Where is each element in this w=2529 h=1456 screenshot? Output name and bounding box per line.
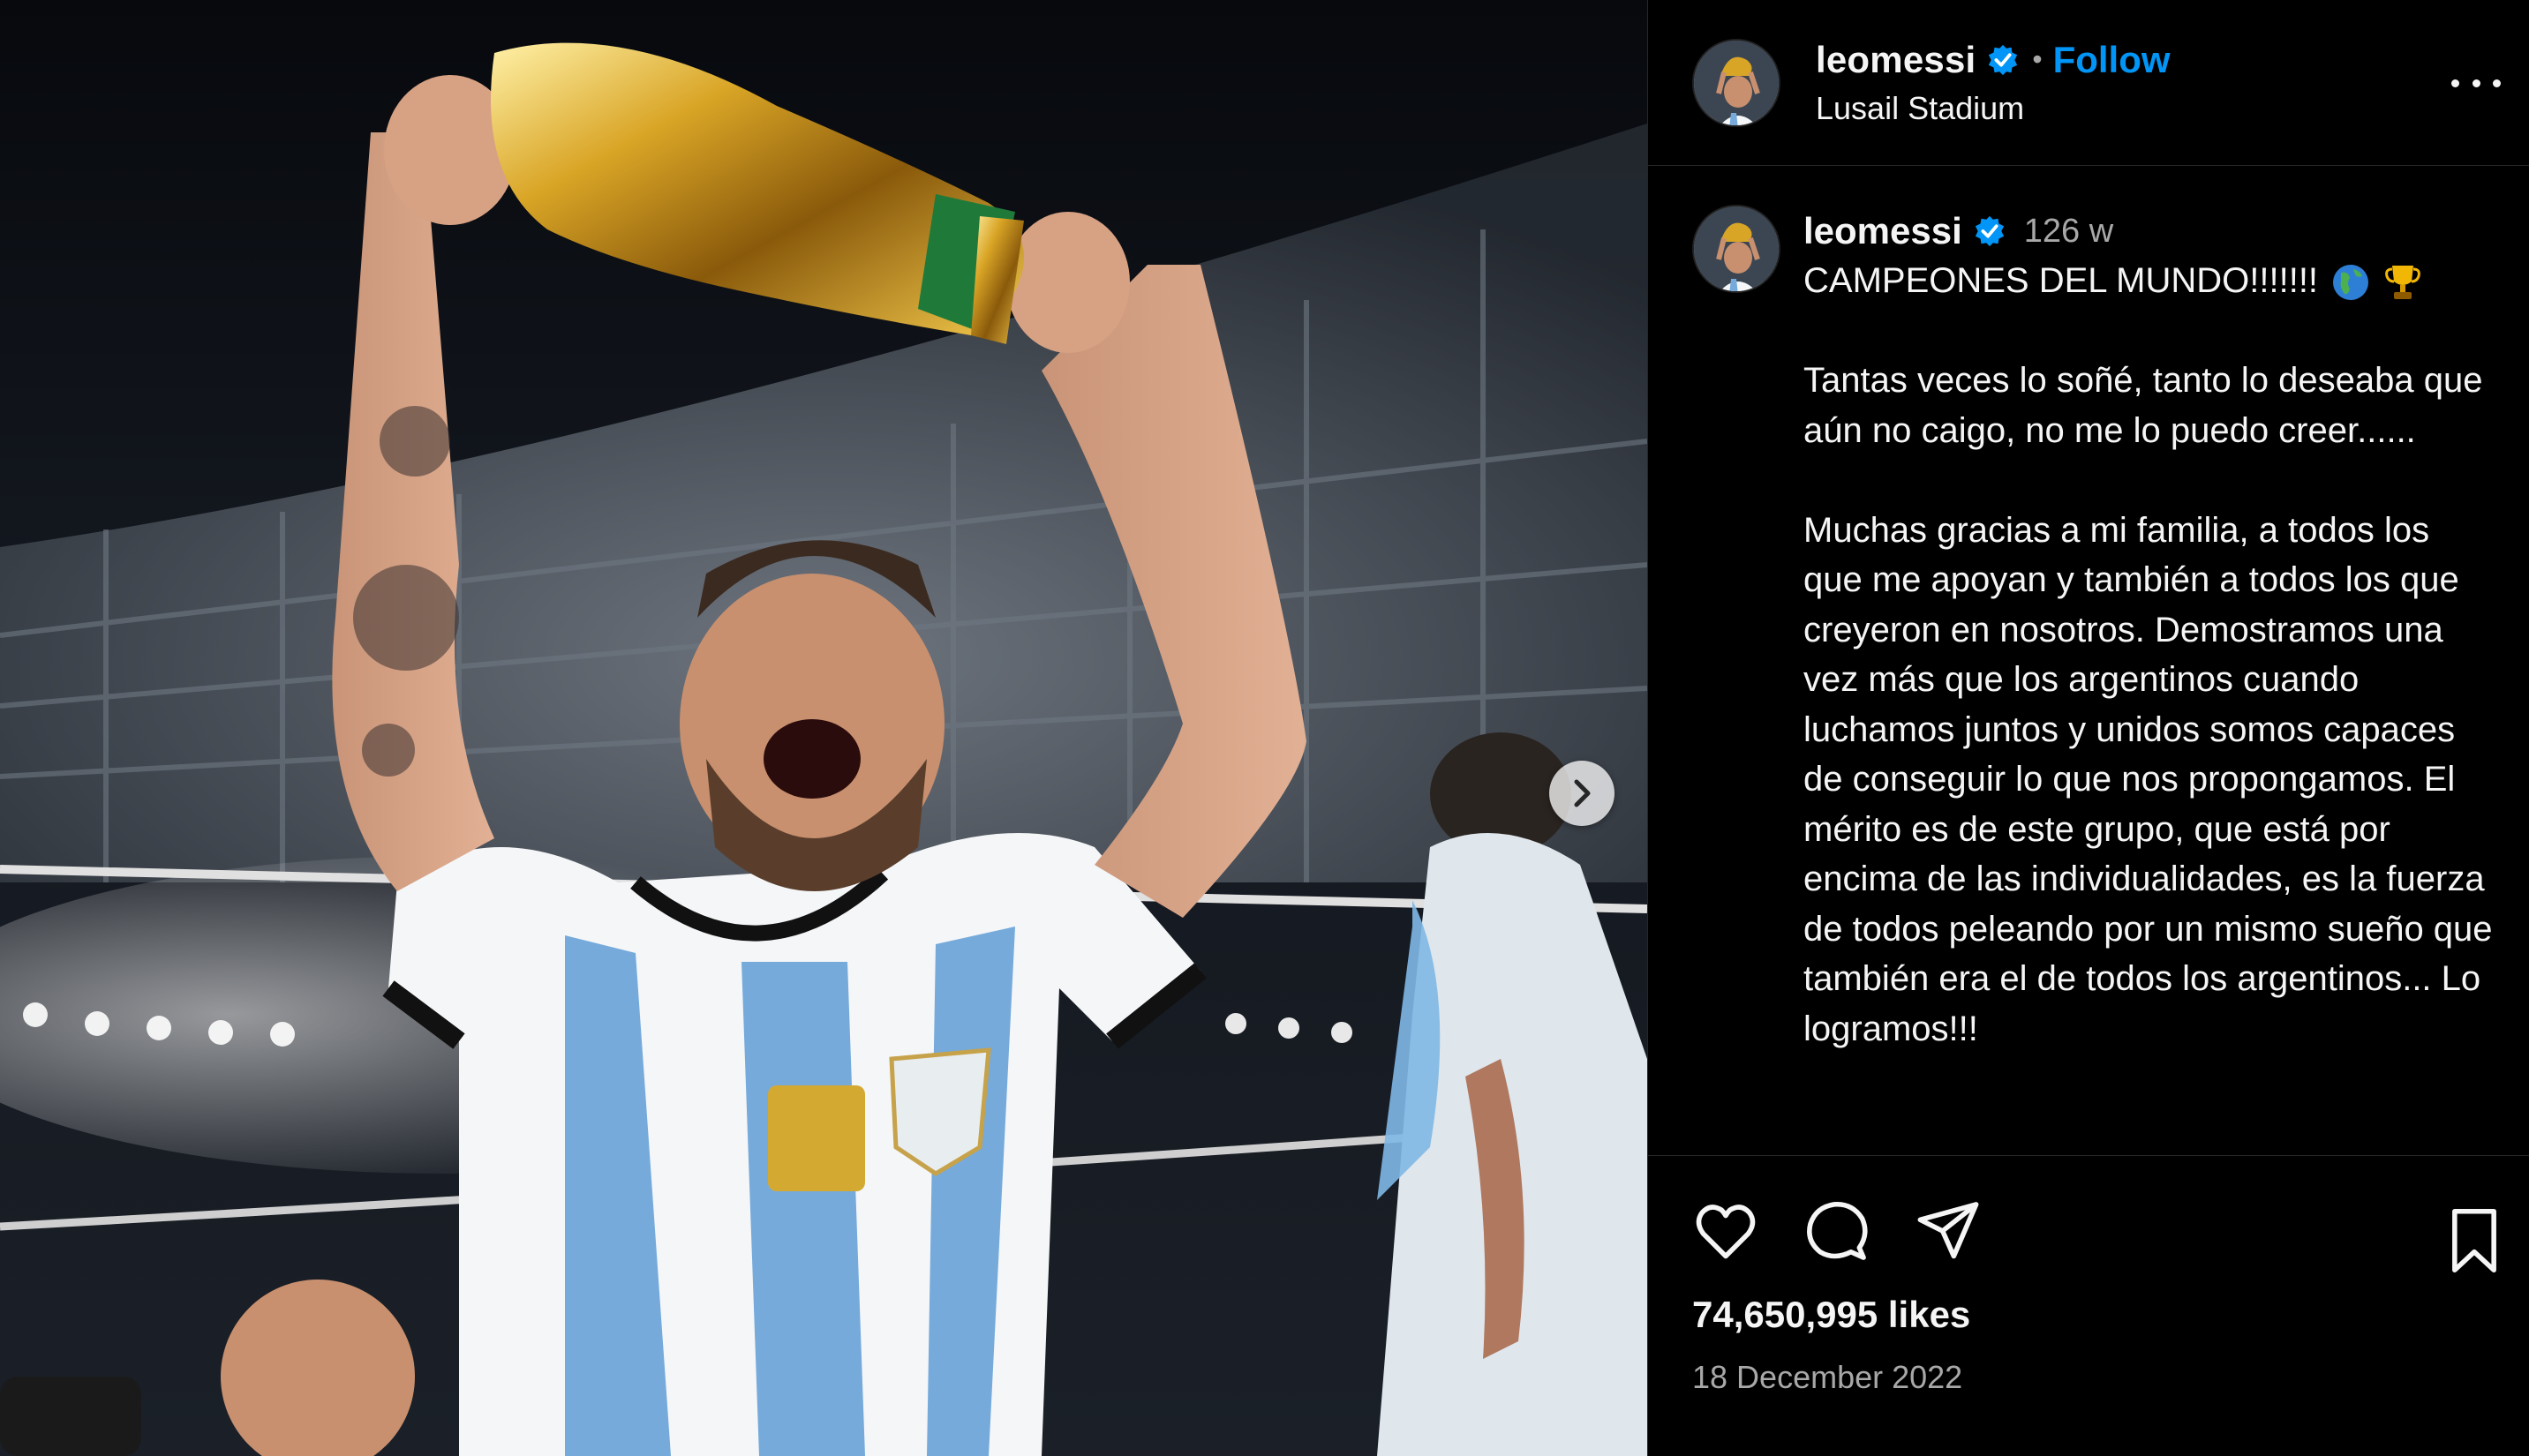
username-link[interactable]: leomessi xyxy=(1816,39,1976,81)
caption-user-row: leomessi 126 w xyxy=(1803,205,2494,258)
verified-badge-icon xyxy=(1975,215,2004,247)
bookmark-icon[interactable] xyxy=(2446,1207,2503,1274)
action-icons xyxy=(1692,1191,2494,1271)
next-slide-button[interactable] xyxy=(1549,761,1614,826)
separator-dot: • xyxy=(2032,43,2043,75)
caption-section: leomessi 126 w CAMPEONES DEL MUNDO!!!!!!… xyxy=(1648,166,2529,1156)
trophy-icon xyxy=(2385,266,2420,300)
caption-headline: CAMPEONES DEL MUNDO!!!!!!! xyxy=(1803,261,2319,300)
photo-illustration xyxy=(0,0,1647,1456)
post-date[interactable]: 18 December 2022 xyxy=(1692,1359,2494,1396)
follow-button[interactable]: Follow xyxy=(2053,39,2171,81)
heart-icon[interactable] xyxy=(1692,1197,1759,1265)
verified-badge-icon xyxy=(1989,44,2018,75)
caption-paragraph-1: Tantas veces lo soñé, tanto lo deseaba q… xyxy=(1803,361,2493,450)
caption-paragraph-2: Muchas gracias a mi familia, a todos los… xyxy=(1803,510,2503,1048)
location-link[interactable]: Lusail Stadium xyxy=(1816,90,2171,127)
header-text: leomessi • Follow Lusail Stadium xyxy=(1816,39,2171,127)
post-photo[interactable] xyxy=(0,0,1647,1456)
post-side-panel: leomessi • Follow Lusail Stadium leomess… xyxy=(1647,0,2529,1456)
header-user-row: leomessi • Follow xyxy=(1816,39,2171,81)
avatar[interactable] xyxy=(1692,38,1780,127)
caption-avatar[interactable] xyxy=(1692,205,1780,293)
action-bar: 74,650,995 likes 18 December 2022 xyxy=(1648,1156,2529,1456)
share-icon[interactable] xyxy=(1915,1197,1982,1265)
avatar-image xyxy=(1694,206,1779,291)
likes-count[interactable]: 74,650,995 likes xyxy=(1692,1294,2494,1336)
globe-americas-icon xyxy=(2333,265,2369,301)
chevron-right-icon xyxy=(1574,779,1591,807)
post-header: leomessi • Follow Lusail Stadium xyxy=(1648,0,2529,166)
post-age[interactable]: 126 w xyxy=(2024,213,2113,251)
more-options-icon[interactable] xyxy=(2451,65,2501,101)
comment-icon[interactable] xyxy=(1803,1197,1870,1265)
caption-username-link[interactable]: leomessi xyxy=(1803,210,1962,252)
caption-body: leomessi 126 w CAMPEONES DEL MUNDO!!!!!!… xyxy=(1803,205,2494,1155)
instagram-post: leomessi • Follow Lusail Stadium leomess… xyxy=(0,0,2529,1456)
caption-text: CAMPEONES DEL MUNDO!!!!!!! Tantas veces … xyxy=(1803,256,2494,1054)
avatar-image xyxy=(1694,40,1779,125)
